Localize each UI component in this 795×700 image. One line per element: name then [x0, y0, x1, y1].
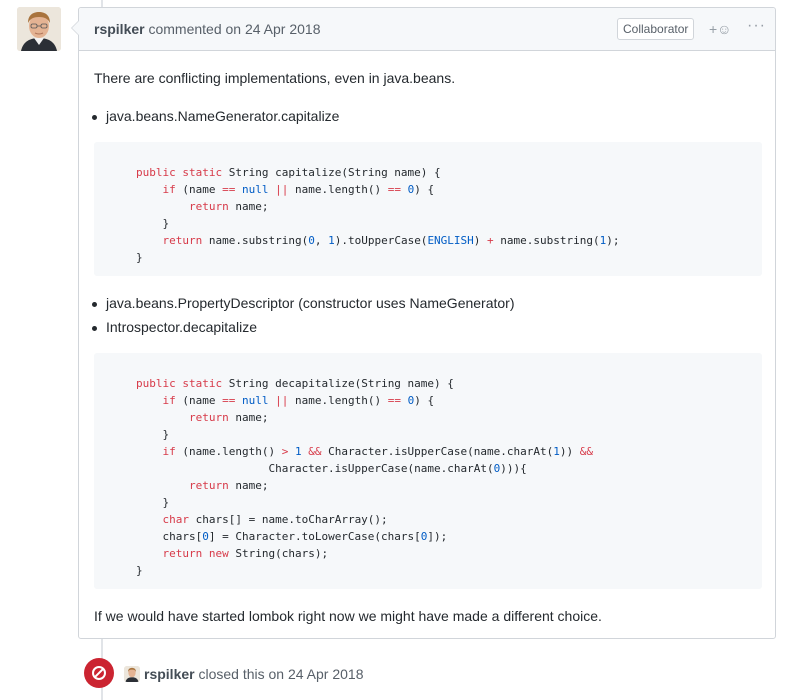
closed-icon [92, 666, 106, 680]
code-block: public static String decapitalize(String… [94, 353, 762, 589]
small-avatar[interactable] [124, 666, 140, 682]
event-date[interactable]: 24 Apr 2018 [288, 666, 364, 682]
event-action: closed this on [198, 666, 285, 682]
event-author[interactable]: rspilker [144, 666, 195, 682]
comment-date[interactable]: 24 Apr 2018 [245, 21, 321, 37]
avatar[interactable] [17, 7, 61, 51]
comment-box: rspilker commented on 24 Apr 2018 Collab… [71, 7, 776, 639]
user-avatar-icon [124, 666, 140, 682]
comment-paragraph: There are conflicting implementations, e… [94, 70, 456, 86]
list-item: java.beans.NameGenerator.capitalize [91, 108, 340, 124]
comment-author[interactable]: rspilker [94, 21, 145, 37]
closed-badge [84, 658, 114, 688]
comment-header: rspilker commented on 24 Apr 2018 Collab… [79, 8, 775, 51]
closed-event-badge [84, 658, 114, 688]
code-content: public static String capitalize(String n… [136, 166, 620, 264]
closed-event-text: rspilker closed this on 24 Apr 2018 [124, 666, 364, 682]
code-content: public static String decapitalize(String… [136, 377, 594, 577]
comment-meta: rspilker commented on 24 Apr 2018 [94, 21, 321, 37]
more-options-icon[interactable]: ··· [747, 17, 766, 35]
comment-action: commented on [148, 21, 242, 37]
list-item: java.beans.PropertyDescriptor (construct… [92, 295, 515, 311]
user-avatar-icon [17, 7, 61, 51]
collaborator-badge: Collaborator [617, 18, 695, 40]
list-item: Introspector.decapitalize [92, 319, 257, 335]
add-reaction-icon[interactable]: +☺ [709, 21, 731, 37]
comment-paragraph: If we would have started lombok right no… [94, 608, 602, 624]
code-block: public static String capitalize(String n… [94, 142, 762, 276]
